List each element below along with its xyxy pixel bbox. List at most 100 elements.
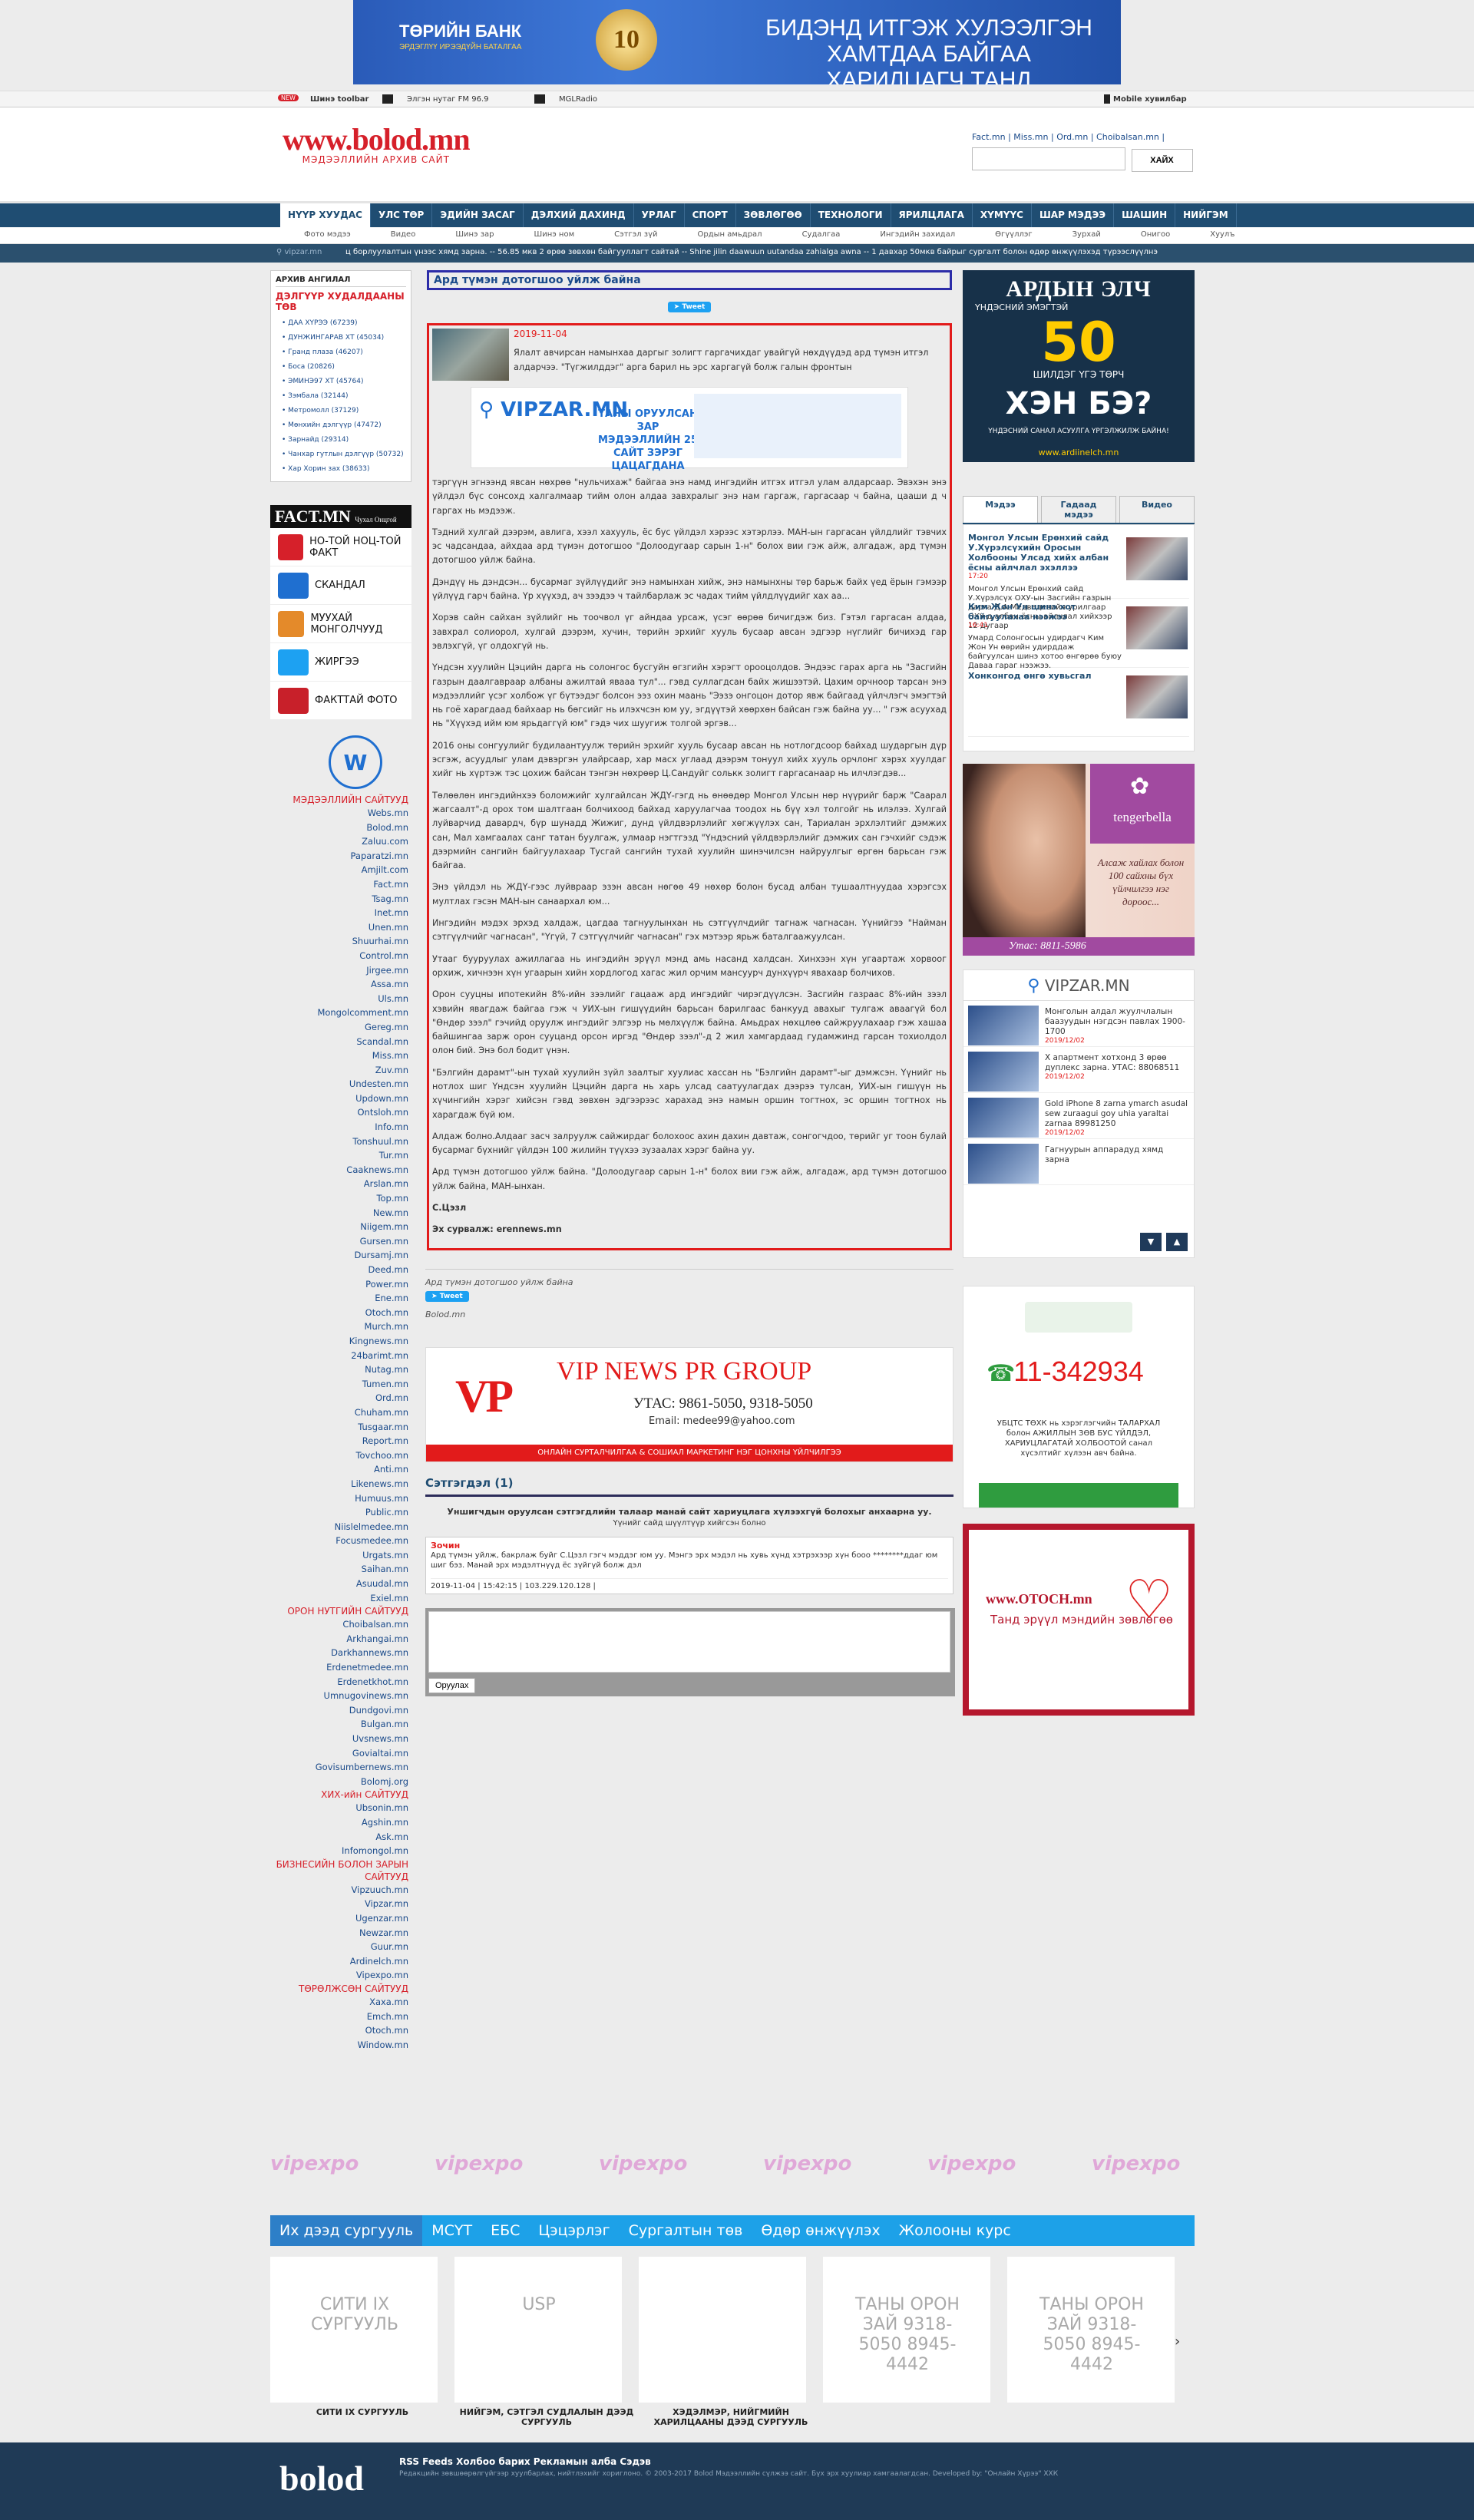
article-source[interactable]: Эх сурвалж: erennews.mn	[432, 1223, 947, 1237]
site-link[interactable]: Dursamj.mn	[270, 1248, 408, 1263]
site-link[interactable]: Amjilt.com	[270, 863, 408, 877]
site-link[interactable]: Vipexpo.mn	[270, 1968, 408, 1983]
school-card[interactable]: ТАНЫ ОРОН ЗАЙ 9318-5050 8945-4442	[823, 2257, 990, 2403]
nav-item[interactable]: ШАШИН	[1114, 203, 1176, 227]
archive-item[interactable]: • ЭМИНЭ97 ХТ (45764)	[276, 375, 406, 389]
school-card-caption[interactable]: ХЭДЭЛМЭР, НИЙГМИЙН ХАРИЛЦААНЫ ДЭЭД СУРГУ…	[639, 2407, 823, 2427]
archive-item[interactable]: • Хар Хорин зах (38633)	[276, 462, 406, 477]
school-tab[interactable]: Сургалтын төв	[620, 2215, 752, 2246]
site-link[interactable]: Fact.mn	[270, 877, 408, 892]
ticker-label[interactable]: ⚲ vipzar.mn	[276, 248, 322, 256]
site-link[interactable]: Niigem.mn	[270, 1220, 408, 1234]
nav-item[interactable]: ДЭЛХИЙ ДАХИНД	[524, 203, 634, 227]
news-tab[interactable]: Мэдээ	[963, 496, 1038, 523]
news-headline[interactable]: Монгол Улсын Ерөнхий сайд У.Хүрэлсүхийн …	[968, 533, 1122, 573]
mgl-radio-link[interactable]: MGLRadio	[559, 95, 597, 104]
site-link[interactable]: Likenews.mn	[270, 1477, 408, 1491]
school-card[interactable]: USP НИЙГЭМ, СЭТГЭЛ СУДЛАЛЫН ДЭЭД СУРГУУЛЬ	[454, 2257, 633, 2427]
site-link[interactable]: Govisumbernews.mn	[270, 1760, 408, 1775]
news-tab[interactable]: Гадаад мэдээ	[1041, 496, 1116, 523]
site-link[interactable]: Gereg.mn	[270, 1020, 408, 1035]
site-link[interactable]: Anti.mn	[270, 1462, 408, 1477]
site-link[interactable]: Uls.mn	[270, 992, 408, 1006]
subnav-item[interactable]: Шинэ ном	[514, 230, 595, 239]
school-card[interactable]: ХЭДЭЛМЭР, НИЙГМИЙН ХАРИЛЦААНЫ ДЭЭД СУРГУ…	[639, 2257, 808, 2427]
site-link[interactable]: Ugenzar.mn	[270, 1911, 408, 1926]
nav-item[interactable]: ЗӨВЛӨГӨӨ	[736, 203, 811, 227]
site-link[interactable]: Infomongol.mn	[270, 1844, 408, 1858]
search-input[interactable]	[972, 147, 1125, 170]
footer-links[interactable]: RSS Feeds Холбоо барих Рекламын алба Сэд…	[399, 2456, 651, 2467]
submit-comment-button[interactable]: Оруулах	[428, 1677, 476, 1693]
fact-item[interactable]: СКАНДАЛ	[270, 566, 411, 605]
site-link[interactable]: Chuham.mn	[270, 1405, 408, 1420]
school-card[interactable]: ТАНЫ ОРОН ЗАЙ 9318-5050 8945-4442	[1007, 2257, 1175, 2403]
site-link[interactable]: Caaknews.mn	[270, 1163, 408, 1177]
ubcts-ad[interactable]: ☎ 11-342934 УБЦТС ТӨХК нь хэрэглэгчийн Т…	[963, 1286, 1195, 1508]
site-link[interactable]: Tumen.mn	[270, 1377, 408, 1392]
vipzar-item-title[interactable]: Монголын алдал жуулчлалын баазуудын нэгд…	[1045, 1007, 1189, 1037]
archive-item[interactable]: • Гранд плаза (46207)	[276, 345, 406, 360]
site-link[interactable]: Ord.mn	[270, 1391, 408, 1405]
vipexpo-logo[interactable]: vipexpo	[927, 2152, 1092, 2175]
archive-item[interactable]: • Чанхар гутлын дэлгүүр (50732)	[276, 448, 406, 462]
site-link[interactable]: Tsag.mn	[270, 892, 408, 907]
site-link[interactable]: Power.mn	[270, 1277, 408, 1292]
subnav-item[interactable]: Сэтгэл зүй	[594, 230, 677, 239]
archive-item[interactable]: • ДАА ХҮРЭЭ (67239)	[276, 316, 406, 331]
site-link[interactable]: Asuudal.mn	[270, 1577, 408, 1591]
school-tab[interactable]: Өдөр өнжүүлэх	[752, 2215, 889, 2246]
search-button[interactable]: ХАЙХ	[1131, 148, 1193, 172]
news-item[interactable]: Хонконгод өнгө хувьсгал	[968, 668, 1189, 737]
site-link[interactable]: Inet.mn	[270, 906, 408, 920]
site-link[interactable]: Erdenetmedee.mn	[270, 1660, 408, 1675]
site-link[interactable]: Paparatzi.mn	[270, 849, 408, 864]
news-item[interactable]: Монгол Улсын Ерөнхий сайд У.Хүрэлсүхийн …	[968, 530, 1189, 630]
vip-news-ad[interactable]: VP VIP NEWS PR GROUP УТАС: 9861-5050, 93…	[425, 1346, 953, 1462]
site-link[interactable]: Humuus.mn	[270, 1491, 408, 1506]
vipzar-item-title[interactable]: Гагнуурын аппарадуд хямд зарна	[1045, 1145, 1189, 1165]
vipexpo-logo[interactable]: vipexpo	[270, 2152, 435, 2175]
school-tab[interactable]: Жолооны курс	[890, 2215, 1020, 2246]
news-headline[interactable]: Хонконгод өнгө хувьсгал	[968, 671, 1122, 681]
nav-item[interactable]: ХҮМҮҮС	[973, 203, 1032, 227]
archive-item[interactable]: • Боса (20826)	[276, 360, 406, 375]
tweet-button[interactable]: ➤ Tweet	[667, 302, 712, 312]
site-link[interactable]: Jirgee.mn	[270, 963, 408, 978]
site-link[interactable]: Ontsloh.mn	[270, 1105, 408, 1120]
chevron-right-icon[interactable]: ›	[1175, 2333, 1180, 2350]
tweet-button-bottom[interactable]: ➤ Tweet	[425, 1290, 469, 1302]
site-link[interactable]: Ene.mn	[270, 1291, 408, 1306]
site-link[interactable]: Uvsnews.mn	[270, 1732, 408, 1746]
site-link[interactable]: Otoch.mn	[270, 1306, 408, 1320]
site-link[interactable]: Kingnews.mn	[270, 1334, 408, 1349]
ticker-text[interactable]: ц борлуулалтын үнээс хямд зарна. -- 56.8…	[345, 248, 1198, 256]
site-link[interactable]: Window.mn	[270, 2038, 408, 2053]
site-link[interactable]: Shuurhai.mn	[270, 934, 408, 949]
subnav-item[interactable]: Зурхай	[1053, 230, 1121, 239]
site-link[interactable]: Webs.mn	[270, 806, 408, 821]
archive-item[interactable]: • Мөнхийн дэлгүүр (47472)	[276, 418, 406, 433]
site-link[interactable]: Undesten.mn	[270, 1077, 408, 1092]
mobile-version-link[interactable]: Mobile хувилбар	[1113, 95, 1187, 104]
archive-item[interactable]: • ДУНЖИНГАРАВ ХТ (45034)	[276, 331, 406, 345]
site-link[interactable]: Tonshuul.mn	[270, 1134, 408, 1149]
ardiin-elch-ad[interactable]: АРДЫН ЭЛЧ ҮНДЭСНИЙ ЭМЭГТЭЙ 50 ШИЛДЭГ ҮГЭ…	[963, 270, 1195, 462]
vipexpo-logo[interactable]: vipexpo	[763, 2152, 927, 2175]
news-tab[interactable]: Видео	[1119, 496, 1195, 523]
site-link[interactable]: Unen.mn	[270, 920, 408, 935]
nav-item[interactable]: ЭДИЙН ЗАСАГ	[432, 203, 524, 227]
site-link[interactable]: Saihan.mn	[270, 1562, 408, 1577]
site-link[interactable]: Ardinelch.mn	[270, 1954, 408, 1969]
chevron-down-icon[interactable]: ▼	[1140, 1233, 1162, 1251]
subnav-item[interactable]: Онигоо	[1121, 230, 1190, 239]
subnav-item[interactable]: Өгүүллэг	[975, 230, 1053, 239]
vipzar-item-title[interactable]: Х апартмент хотхонд 3 өрөө дуплекс зарна…	[1045, 1053, 1189, 1073]
school-card-caption[interactable]: СИТИ IX СУРГУУЛЬ	[270, 2407, 454, 2417]
site-link[interactable]: Emch.mn	[270, 2010, 408, 2024]
site-link[interactable]: Guur.mn	[270, 1940, 408, 1954]
site-link[interactable]: Mongolcomment.mn	[270, 1006, 408, 1020]
chevron-up-icon[interactable]: ▲	[1166, 1233, 1188, 1251]
site-link[interactable]: Top.mn	[270, 1191, 408, 1206]
site-link[interactable]: Xaxa.mn	[270, 1995, 408, 2010]
